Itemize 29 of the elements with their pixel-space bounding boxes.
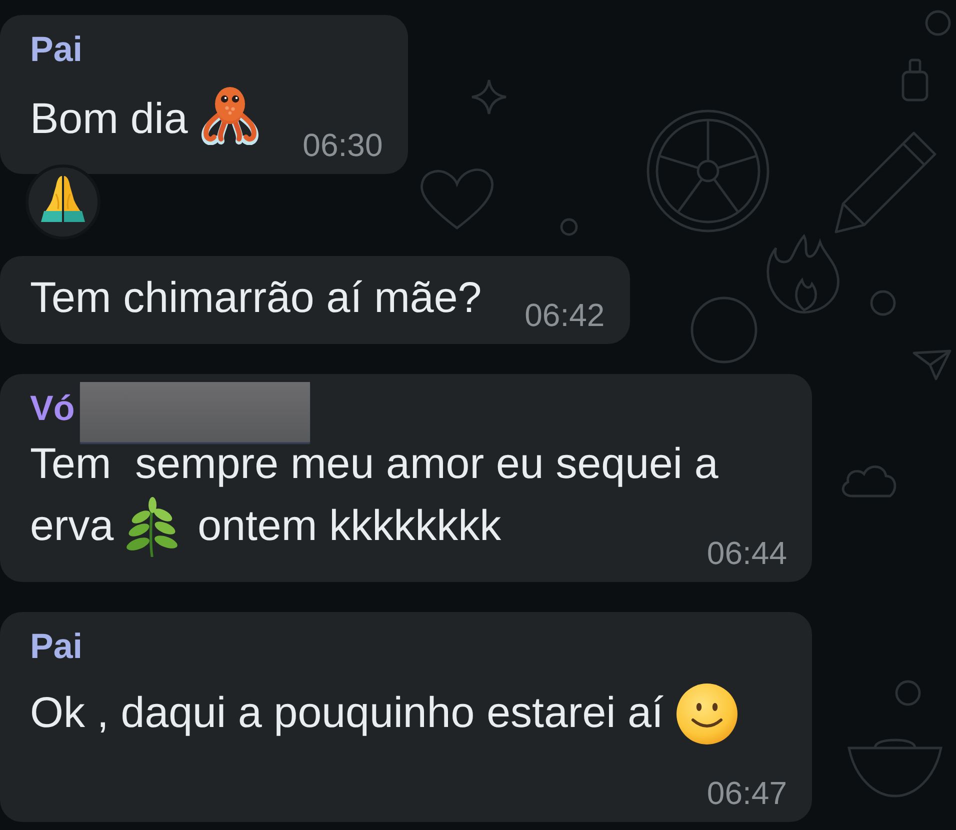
wheel-doodle-icon xyxy=(645,108,771,234)
message-text: erva xyxy=(30,501,114,552)
message-text: ontem kkkkkkkk xyxy=(198,501,502,552)
ring-doodle-icon xyxy=(870,290,896,316)
message-time: 06:44 xyxy=(706,535,787,571)
message-time: 06:30 xyxy=(302,127,383,163)
message-text: Tem chimarrão aí mãe? xyxy=(30,273,482,324)
message-time: 06:47 xyxy=(706,775,787,811)
sender-name: Vó xyxy=(30,388,75,430)
sender-name: Pai xyxy=(30,29,83,71)
message-time: 06:42 xyxy=(524,297,605,333)
flame-doodle-icon xyxy=(764,232,842,316)
ring-doodle-icon xyxy=(925,10,951,36)
ring-doodle-icon xyxy=(560,218,578,236)
heart-doodle-icon xyxy=(418,166,496,232)
ring-doodle-icon xyxy=(690,296,758,364)
sparkle-doodle-icon xyxy=(470,78,508,116)
bottle-doodle-icon xyxy=(900,58,930,102)
sender-name: Pai xyxy=(30,626,83,668)
praying-hands-icon[interactable] xyxy=(25,164,101,240)
leaf-sprig-icon xyxy=(124,497,180,557)
message-text: Tem sempre meu amor eu sequei a xyxy=(30,439,718,490)
smiley-face-icon xyxy=(676,683,738,745)
cup-doodle-icon xyxy=(845,738,945,800)
paper-plane-doodle-icon xyxy=(912,349,952,381)
ring-doodle-icon xyxy=(895,680,921,706)
message-text: Bom dia xyxy=(30,94,188,145)
octopus-icon xyxy=(200,85,260,145)
message-text: Ok , daqui a pouquinho estarei aí xyxy=(30,688,664,739)
